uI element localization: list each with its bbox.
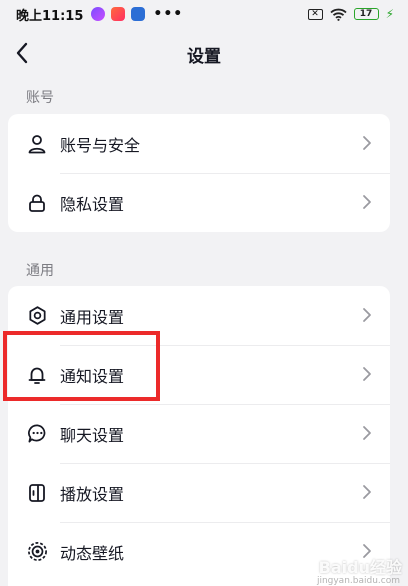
- settings-item-label: 聊天设置: [60, 425, 125, 445]
- chevron-right-icon: [363, 308, 371, 322]
- chevron-right-icon: [363, 367, 371, 381]
- settings-item-label: 账号与安全: [60, 135, 141, 155]
- person-icon: [26, 133, 48, 155]
- settings-item-label: 隐私设置: [60, 194, 125, 214]
- status-indicators: ✕ 17 ⚡: [307, 7, 394, 21]
- app-notification-icon: [91, 7, 106, 21]
- watermark: Baidu经验: [318, 558, 402, 577]
- chevron-right-icon: [363, 485, 371, 499]
- app-notification-icon: [131, 7, 146, 21]
- section-label-general: 通用: [26, 263, 54, 279]
- wifi-icon: [329, 8, 347, 21]
- lock-icon: [26, 192, 48, 214]
- nav-bar: 设置: [0, 28, 408, 78]
- watermark-url: jingyan.baidu.com: [316, 576, 400, 586]
- highlight-annotation-box: [3, 331, 160, 401]
- chevron-right-icon: [363, 136, 371, 150]
- section-label-account: 账号: [26, 90, 54, 106]
- battery-level: 17: [359, 9, 373, 19]
- status-bar: 晚上11:15 ••• ✕ 17 ⚡: [0, 0, 408, 28]
- no-sim-icon: ✕: [307, 8, 323, 20]
- play-settings-icon: [26, 482, 48, 504]
- settings-item-label: 播放设置: [60, 484, 125, 504]
- more-notifications-icon: •••: [153, 6, 184, 22]
- settings-item-account-security[interactable]: 账号与安全: [8, 114, 390, 173]
- settings-item-playback[interactable]: 播放设置: [8, 463, 390, 522]
- app-notification-icon: [111, 7, 126, 21]
- live-wallpaper-icon: [26, 541, 48, 563]
- status-time: 晚上11:15: [16, 8, 84, 24]
- gear-icon: [26, 305, 48, 327]
- settings-item-chat[interactable]: 聊天设置: [8, 404, 390, 463]
- battery-icon: 17: [353, 8, 379, 20]
- charging-icon: ⚡: [385, 7, 394, 21]
- page-title: 设置: [187, 47, 221, 67]
- settings-item-label: 通用设置: [60, 307, 125, 327]
- account-card: 账号与安全 隐私设置: [8, 114, 390, 232]
- chat-bubble-icon: [26, 423, 48, 445]
- chevron-right-icon: [363, 195, 371, 209]
- settings-item-privacy[interactable]: 隐私设置: [8, 173, 390, 232]
- settings-item-label: 动态壁纸: [60, 543, 125, 563]
- chevron-right-icon: [363, 426, 371, 440]
